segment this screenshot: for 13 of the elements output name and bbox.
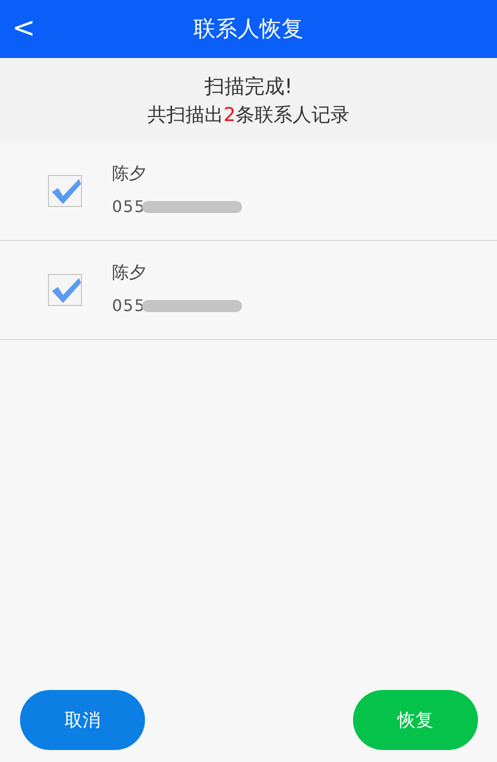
- back-button[interactable]: <: [12, 13, 34, 43]
- scan-result-text: 共扫描出 2条联系人记录: [147, 102, 350, 128]
- contact-phone: 055: [112, 296, 146, 315]
- contact-name: 陈夕: [112, 163, 147, 185]
- contact-name: 陈夕: [112, 262, 147, 284]
- contact-row[interactable]: 陈夕 055: [0, 241, 497, 340]
- page-title: 联系人恢复: [194, 16, 304, 44]
- scan-status: 扫描完成!: [204, 72, 293, 100]
- contact-phone: 055: [112, 197, 146, 216]
- cancel-button[interactable]: 取消: [20, 690, 145, 750]
- checkbox[interactable]: [48, 274, 82, 306]
- contact-row[interactable]: 陈夕 055: [0, 142, 497, 241]
- checkbox[interactable]: [48, 175, 82, 207]
